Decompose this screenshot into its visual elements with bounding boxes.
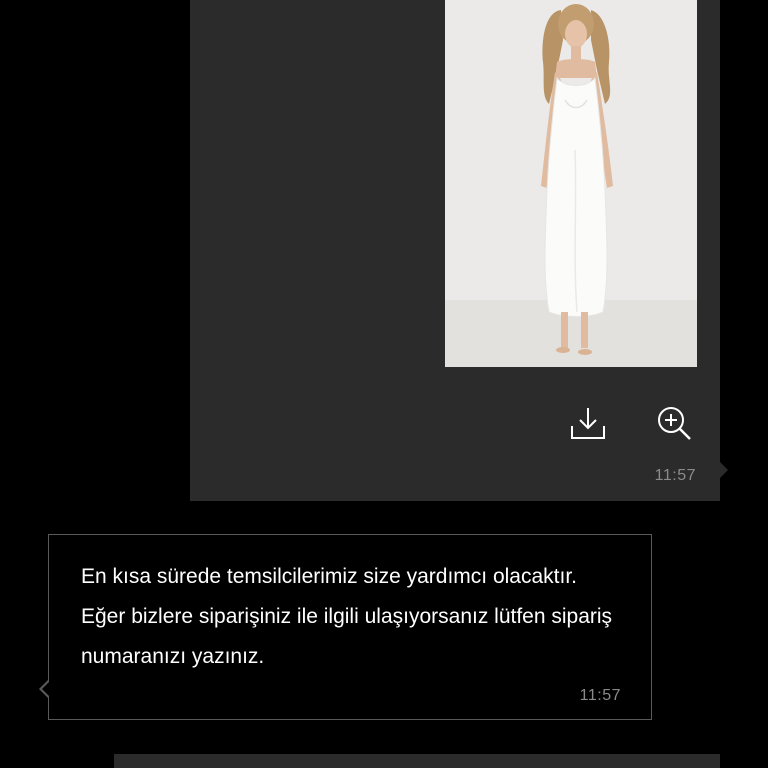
message-image[interactable] bbox=[445, 0, 697, 367]
dress-photo-illustration bbox=[445, 0, 697, 367]
incoming-message-bubble: En kısa sürede temsilcilerimiz size yard… bbox=[39, 534, 652, 720]
outgoing-message-bubble: 11:57 bbox=[190, 0, 728, 501]
message-timestamp: 11:57 bbox=[654, 467, 696, 484]
bubble-tail bbox=[720, 462, 728, 478]
next-message-bubble bbox=[114, 754, 720, 768]
download-icon[interactable] bbox=[568, 404, 608, 444]
bubble-tail-fill bbox=[42, 682, 49, 696]
zoom-in-icon[interactable] bbox=[654, 404, 694, 444]
message-text: En kısa sürede temsilcilerimiz size yard… bbox=[81, 565, 613, 668]
message-timestamp: 11:57 bbox=[579, 687, 621, 704]
chat-thread: 11:57 En kısa sürede temsilcilerimiz siz… bbox=[0, 0, 768, 768]
